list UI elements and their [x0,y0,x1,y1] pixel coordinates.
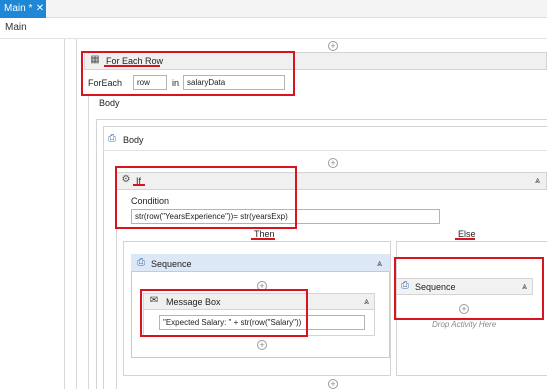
body-sequence-top-border [96,119,547,120]
then-sequence-title: Sequence [151,259,192,269]
chevron-up-icon[interactable]: ⩓ [377,258,382,269]
body-label: Body [99,98,120,108]
body-sequence-divider [103,150,547,151]
canvas-guide-line [88,95,89,389]
add-activity-plus-icon[interactable]: + [328,41,338,51]
highlight-underline-if [133,184,145,186]
highlight-box-else-sequence [394,257,544,320]
breadcrumb[interactable]: Main [5,22,27,33]
highlight-underline-for-each [104,65,160,67]
highlight-box-if [115,166,297,229]
highlight-underline-then [251,238,275,240]
canvas-guide-line [64,39,65,389]
breadcrumb-bar [0,18,547,39]
highlight-box-message-box [140,289,308,337]
tab-bar [0,0,547,18]
chevron-up-icon[interactable]: ⩓ [364,296,369,307]
close-icon[interactable]: ✕ [34,0,46,18]
chevron-up-icon[interactable]: ⩓ [535,175,540,186]
add-activity-plus-icon[interactable]: + [257,340,267,350]
add-activity-plus-icon[interactable]: + [328,379,338,389]
highlight-underline-else [455,238,475,240]
drop-activity-hint: Drop Activity Here [432,320,497,329]
sequence-icon: ⎙ [108,133,116,144]
sequence-icon: ⎙ [137,257,145,268]
body-sequence-title: Body [123,135,144,145]
canvas-guide-line [76,39,77,389]
highlight-box-for-each [81,51,295,96]
tab-title: Main * [4,3,33,14]
add-activity-plus-icon[interactable]: + [328,158,338,168]
